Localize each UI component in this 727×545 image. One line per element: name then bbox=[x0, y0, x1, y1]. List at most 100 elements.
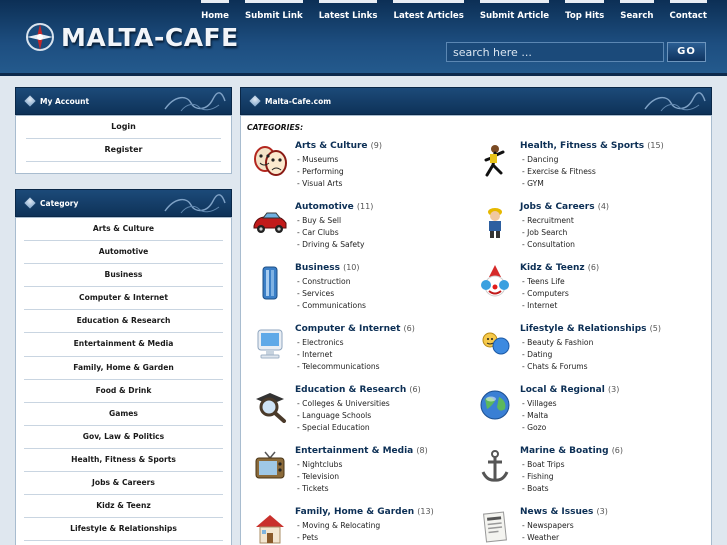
main-panel-header: Malta-Cafe.com bbox=[240, 87, 712, 115]
site-header: MALTA-CAFE Home Submit Link Latest Links… bbox=[0, 0, 727, 76]
nav-contact[interactable]: Contact bbox=[669, 0, 707, 26]
sidebar-item-education-research[interactable]: Education & Research bbox=[24, 310, 223, 334]
subcategory-link[interactable]: - Dancing bbox=[522, 155, 558, 164]
subcategory-link[interactable]: - Services bbox=[297, 289, 334, 298]
subcategory-link[interactable]: - Language Schools bbox=[297, 411, 371, 420]
category-block-family-home-garden: Family, Home & Garden (13) - Moving & Re… bbox=[252, 507, 472, 545]
swirl-ornament-icon bbox=[644, 92, 706, 112]
subcategory-link[interactable]: - Boat Trips bbox=[522, 460, 565, 469]
nav-search[interactable]: Search bbox=[620, 0, 654, 26]
anchor-icon bbox=[481, 450, 509, 482]
category-block-news-issues: News & Issues (3) - Newspapers - Weather bbox=[477, 507, 697, 545]
sidebar-item-games[interactable]: Games bbox=[24, 403, 223, 426]
subcategory-link[interactable]: - Pets bbox=[297, 533, 318, 542]
subcategory-link[interactable]: - Television bbox=[297, 472, 339, 481]
subcategory-link[interactable]: - Internet bbox=[522, 301, 557, 310]
search-go-button[interactable]: GO bbox=[667, 42, 706, 62]
bullet-icon bbox=[249, 95, 261, 107]
sidebar-item-food-drink[interactable]: Food & Drink bbox=[24, 380, 223, 403]
subcategory-link[interactable]: - Performing bbox=[297, 167, 344, 176]
subcategory-link[interactable]: - Special Education bbox=[297, 423, 370, 432]
subcategory-link[interactable]: - Malta bbox=[522, 411, 548, 420]
category-panel-title: Category bbox=[40, 198, 79, 208]
subcategory-link[interactable]: - Chats & Forums bbox=[522, 362, 588, 371]
nav-top-hits[interactable]: Top Hits bbox=[565, 0, 605, 26]
nav-latest-articles[interactable]: Latest Articles bbox=[393, 0, 464, 26]
subcategory-link[interactable]: - Villages bbox=[522, 399, 557, 408]
swirl-ornament-icon bbox=[164, 194, 226, 214]
nav-home[interactable]: Home bbox=[201, 0, 229, 26]
subcategory-link[interactable]: - Electronics bbox=[297, 338, 344, 347]
site-logo-text: MALTA-CAFE bbox=[61, 22, 239, 52]
subcategory-link[interactable]: - Job Search bbox=[522, 228, 567, 237]
subcategory-link[interactable]: - Colleges & Universities bbox=[297, 399, 390, 408]
subcategory-link[interactable]: - Boats bbox=[522, 484, 549, 493]
category-title-link[interactable]: Lifestyle & Relationships (5) bbox=[520, 324, 661, 334]
category-title-link[interactable]: Kidz & Teenz (6) bbox=[520, 263, 599, 273]
subcategory-link[interactable]: - Driving & Safety bbox=[297, 240, 365, 249]
nav-submit-link[interactable]: Submit Link bbox=[244, 0, 303, 26]
sidebar-item-health-fitness-sports[interactable]: Health, Fitness & Sports bbox=[24, 449, 223, 473]
subcategory-link[interactable]: - Construction bbox=[297, 277, 351, 286]
sidebar-item-arts-culture[interactable]: Arts & Culture bbox=[24, 218, 223, 242]
category-title-link[interactable]: Marine & Boating (6) bbox=[520, 446, 623, 456]
category-title-link[interactable]: Computer & Internet (6) bbox=[295, 324, 415, 334]
login-link[interactable]: Login bbox=[26, 116, 221, 139]
register-link[interactable]: Register bbox=[26, 139, 221, 162]
bullet-icon bbox=[24, 95, 36, 107]
subcategory-link[interactable]: - Dating bbox=[522, 350, 552, 359]
sidebar-item-gov-law-politics[interactable]: Gov, Law & Politics bbox=[24, 426, 223, 449]
subcategory-link[interactable]: - Museums bbox=[297, 155, 338, 164]
subcategory-link[interactable]: - Communications bbox=[297, 301, 366, 310]
subcategory-link[interactable]: - Internet bbox=[297, 350, 332, 359]
account-panel-title: My Account bbox=[40, 96, 90, 106]
subcategory-link[interactable]: - Buy & Sell bbox=[297, 216, 341, 225]
sidebar-item-jobs-careers[interactable]: Jobs & Careers bbox=[24, 472, 223, 496]
category-title-link[interactable]: News & Issues (3) bbox=[520, 507, 608, 517]
subcategory-link[interactable]: - Weather bbox=[522, 533, 559, 542]
category-title-link[interactable]: Arts & Culture (9) bbox=[295, 141, 382, 151]
category-title-link[interactable]: Family, Home & Garden (13) bbox=[295, 507, 434, 517]
search-input[interactable] bbox=[446, 42, 664, 62]
sidebar-item-lifestyle-relationships[interactable]: Lifestyle & Relationships bbox=[24, 518, 223, 542]
globe-icon bbox=[480, 390, 510, 420]
bullet-icon bbox=[24, 197, 36, 209]
category-block-local-regional: Local & Regional (3) - Villages - Malta … bbox=[477, 385, 697, 443]
sidebar-item-entertainment-media[interactable]: Entertainment & Media bbox=[24, 333, 223, 357]
subcategory-link[interactable]: - GYM bbox=[522, 179, 544, 188]
subcategory-link[interactable]: - Recruitment bbox=[522, 216, 574, 225]
subcategory-link[interactable]: - Gozo bbox=[522, 423, 546, 432]
category-title-link[interactable]: Local & Regional (3) bbox=[520, 385, 619, 395]
subcategory-link[interactable]: - Exercise & Fitness bbox=[522, 167, 596, 176]
subcategory-link[interactable]: - Moving & Relocating bbox=[297, 521, 380, 530]
subcategory-link[interactable]: - Nightclubs bbox=[297, 460, 342, 469]
subcategory-link[interactable]: - Tickets bbox=[297, 484, 329, 493]
category-title-link[interactable]: Education & Research (6) bbox=[295, 385, 421, 395]
subcategory-link[interactable]: - Beauty & Fashion bbox=[522, 338, 593, 347]
subcategory-link[interactable]: - Telecommunications bbox=[297, 362, 380, 371]
subcategory-link[interactable]: - Consultation bbox=[522, 240, 575, 249]
category-block-entertainment-media: Entertainment & Media (8) - Nightclubs -… bbox=[252, 446, 472, 504]
subcategory-link[interactable]: - Newspapers bbox=[522, 521, 574, 530]
sidebar-item-family-home-garden[interactable]: Family, Home & Garden bbox=[24, 357, 223, 380]
nav-latest-links[interactable]: Latest Links bbox=[318, 0, 378, 26]
category-title-link[interactable]: Entertainment & Media (8) bbox=[295, 446, 428, 456]
nav-submit-article[interactable]: Submit Article bbox=[479, 0, 550, 26]
television-icon bbox=[255, 451, 285, 479]
subcategory-link[interactable]: - Car Clubs bbox=[297, 228, 339, 237]
category-title-link[interactable]: Business (10) bbox=[295, 263, 360, 273]
account-panel-header: My Account bbox=[15, 87, 232, 115]
swirl-ornament-icon bbox=[164, 92, 226, 112]
subcategory-link[interactable]: - Visual Arts bbox=[297, 179, 343, 188]
category-sidebar: Arts & Culture Automotive Business Compu… bbox=[15, 217, 232, 545]
subcategory-link[interactable]: - Fishing bbox=[522, 472, 554, 481]
subcategory-link[interactable]: - Teens Life bbox=[522, 277, 565, 286]
subcategory-link[interactable]: - Computers bbox=[522, 289, 569, 298]
sidebar-item-kidz-teenz[interactable]: Kidz & Teenz bbox=[24, 495, 223, 519]
category-title-link[interactable]: Automotive (11) bbox=[295, 202, 373, 212]
sidebar-item-business[interactable]: Business bbox=[24, 264, 223, 288]
category-title-link[interactable]: Health, Fitness & Sports (15) bbox=[520, 141, 664, 151]
category-title-link[interactable]: Jobs & Careers (4) bbox=[520, 202, 609, 212]
sidebar-item-computer-internet[interactable]: Computer & Internet bbox=[24, 287, 223, 311]
sidebar-item-automotive[interactable]: Automotive bbox=[24, 241, 223, 265]
